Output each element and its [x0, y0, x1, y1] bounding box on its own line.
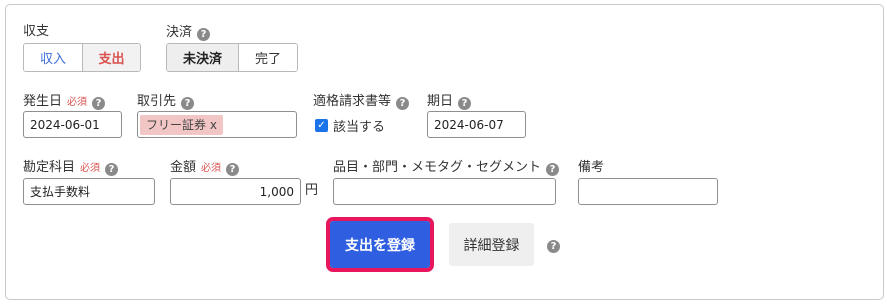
settled-option[interactable]: 完了 — [237, 44, 297, 71]
partner-tag: フリー証券 x — [140, 114, 223, 135]
expense-option[interactable]: 支出 — [81, 44, 140, 71]
occurrence-date-help-icon[interactable]: ? — [92, 97, 106, 110]
partner-tag-remove[interactable]: x — [210, 118, 217, 132]
qualified-invoice-checkbox[interactable]: ✓ — [315, 119, 328, 132]
account-item-help-icon[interactable]: ? — [105, 163, 119, 176]
partner-input[interactable]: フリー証券 x — [137, 111, 297, 138]
account-item-label-text: 勘定科目 — [23, 160, 76, 175]
remarks-label: 備考 — [578, 160, 605, 175]
register-expense-button[interactable]: 支出を登録 — [330, 221, 430, 268]
amount-unit: 円 — [305, 183, 319, 198]
remarks-input[interactable] — [578, 178, 718, 205]
detailed-register-button[interactable]: 詳細登録 — [449, 223, 534, 266]
partner-help-icon[interactable]: ? — [181, 97, 195, 110]
occurrence-date-label-text: 発生日 — [23, 94, 63, 109]
segments-help-icon[interactable]: ? — [546, 163, 560, 176]
account-item-input[interactable]: 支払手数料 — [23, 178, 155, 205]
actions-help: ? — [547, 237, 560, 253]
amount-label: 金額 必須? — [170, 160, 240, 177]
due-date-label-text: 期日 — [427, 94, 454, 109]
qualified-invoice-label: 適格請求書等? — [313, 94, 410, 110]
unsettled-option[interactable]: 未決済 — [167, 44, 238, 71]
due-date-help-icon[interactable]: ? — [458, 97, 472, 110]
required-badge: 必須 — [67, 97, 88, 108]
qualified-invoice-label-text: 適格請求書等 — [313, 94, 392, 109]
account-item-label: 勘定科目 必須? — [23, 160, 119, 177]
occurrence-date-input[interactable]: 2024-06-01 — [23, 111, 122, 138]
occurrence-date-label: 発生日 必須? — [23, 94, 106, 111]
income-expense-label: 収支 — [23, 24, 50, 39]
segments-label-text: 品目・部門・メモタグ・セグメント — [333, 160, 542, 175]
segments-label: 品目・部門・メモタグ・セグメント? — [333, 160, 560, 176]
partner-label-text: 取引先 — [137, 94, 177, 109]
amount-label-text: 金額 — [170, 160, 197, 175]
partner-tag-text: フリー証券 — [146, 117, 207, 132]
amount-help-icon[interactable]: ? — [226, 163, 240, 176]
qualified-invoice-checkbox-label[interactable]: 該当する — [333, 116, 385, 135]
settlement-help-icon[interactable]: ? — [197, 28, 211, 41]
segments-input[interactable] — [333, 178, 556, 205]
income-option[interactable]: 収入 — [24, 44, 82, 71]
due-date-label: 期日? — [427, 94, 472, 110]
settlement-toggle: 未決済 完了 — [166, 43, 298, 72]
required-badge: 必須 — [201, 163, 222, 174]
qualified-invoice-help-icon[interactable]: ? — [396, 97, 410, 110]
required-badge: 必須 — [80, 163, 101, 174]
register-expense-highlight: 支出を登録 — [326, 217, 434, 272]
settlement-label: 決済? — [166, 25, 211, 41]
actions-help-icon[interactable]: ? — [547, 240, 560, 253]
amount-input[interactable]: 1,000 — [170, 178, 301, 205]
due-date-input[interactable]: 2024-06-07 — [427, 111, 526, 138]
partner-label: 取引先? — [137, 94, 195, 110]
qualified-invoice-checkbox-row: ✓ 該当する — [315, 116, 385, 135]
settlement-label-text: 決済 — [166, 25, 193, 40]
income-expense-toggle: 収入 支出 — [23, 43, 141, 72]
